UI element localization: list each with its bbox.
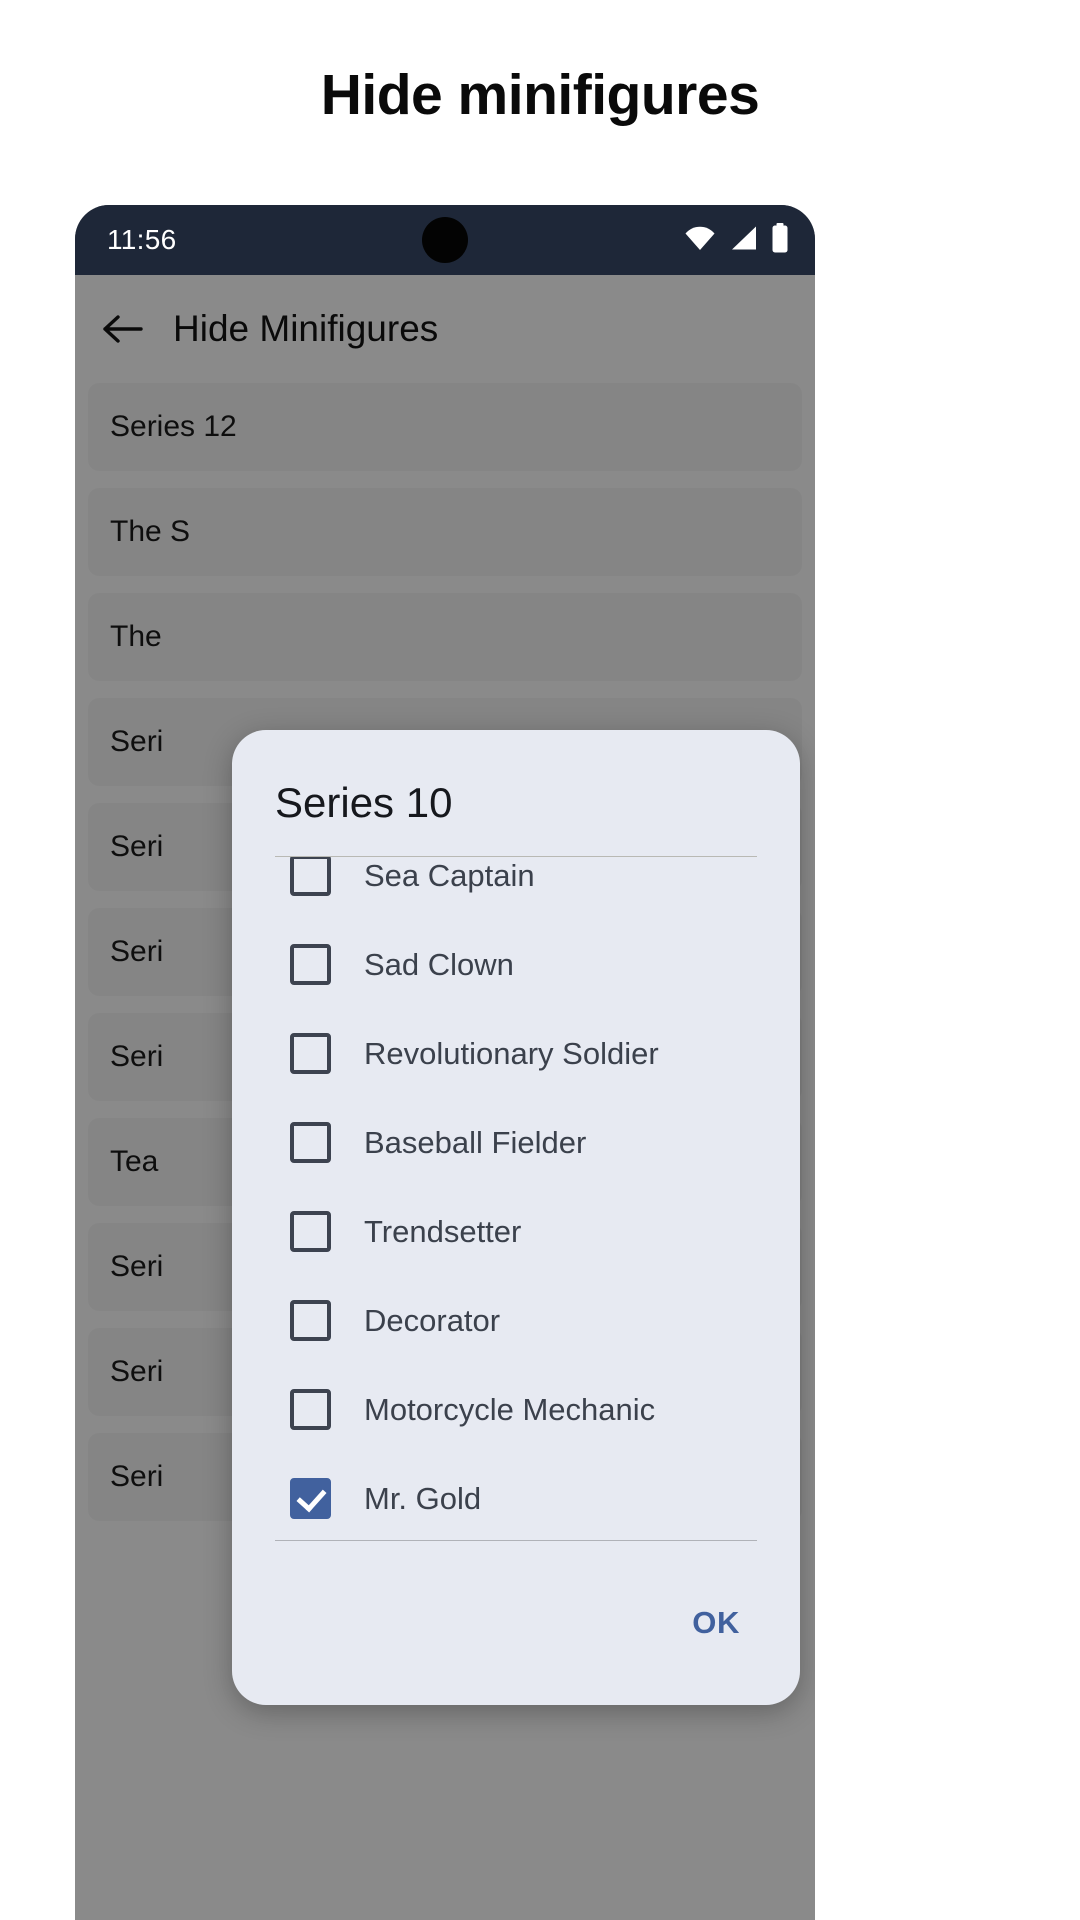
checkbox-unchecked-icon[interactable] — [290, 1211, 331, 1252]
phone-mockup: 11:56 Hide Minifigures Series 12 The S T… — [75, 205, 815, 1920]
checkbox-label: Motorcycle Mechanic — [364, 1391, 656, 1427]
checkbox-checked-icon[interactable] — [290, 1478, 331, 1519]
dialog-actions: OK — [232, 1540, 800, 1705]
checkbox-row[interactable]: Trendsetter — [232, 1187, 800, 1276]
scroll-divider-bottom — [275, 1540, 757, 1541]
checkbox-label: Revolutionary Soldier — [364, 1035, 659, 1071]
checkbox-unchecked-icon[interactable] — [290, 1122, 331, 1163]
checkbox-label: Baseball Fielder — [364, 1124, 587, 1160]
screenshot-root: Hide minifigures 11:56 Hide Minifigures … — [0, 0, 1080, 1920]
ok-button[interactable]: OK — [678, 1595, 754, 1651]
cellular-signal-icon — [729, 225, 758, 256]
status-bar-clock: 11:56 — [107, 224, 177, 255]
checkbox-label: Mr. Gold — [364, 1480, 482, 1516]
checkbox-row[interactable]: Sad Clown — [232, 920, 800, 1009]
status-bar-icons — [684, 222, 789, 258]
battery-full-icon — [771, 222, 789, 258]
scroll-divider-top — [275, 856, 757, 857]
checkbox-row[interactable]: Mr. Gold — [232, 1454, 800, 1536]
wifi-icon — [684, 225, 716, 256]
checkbox-list[interactable]: Sea Captain Sad Clown Revolutionary Sold… — [232, 856, 800, 1536]
checkbox-unchecked-icon[interactable] — [290, 856, 331, 896]
checkbox-label: Sea Captain — [364, 857, 535, 893]
checkbox-row[interactable]: Baseball Fielder — [232, 1098, 800, 1187]
checkbox-unchecked-icon[interactable] — [290, 1389, 331, 1430]
checkbox-label: Decorator — [364, 1302, 501, 1338]
checkbox-label: Trendsetter — [364, 1213, 522, 1249]
checkbox-unchecked-icon[interactable] — [290, 1033, 331, 1074]
camera-punch-hole — [422, 217, 468, 263]
checkbox-row[interactable]: Sea Captain — [232, 856, 800, 920]
dialog-title: Series 10 — [275, 779, 453, 826]
checkbox-row[interactable]: Decorator — [232, 1276, 800, 1365]
page-title: Hide minifigures — [320, 63, 760, 127]
series-dialog: Series 10 Sea Captain Sad Clown Revoluti… — [232, 730, 800, 1705]
checkbox-row[interactable]: Motorcycle Mechanic — [232, 1365, 800, 1454]
status-bar: 11:56 — [75, 205, 815, 275]
checkbox-row[interactable]: Revolutionary Soldier — [232, 1009, 800, 1098]
checkbox-unchecked-icon[interactable] — [290, 1300, 331, 1341]
checkbox-label: Sad Clown — [364, 946, 514, 982]
checkbox-unchecked-icon[interactable] — [290, 944, 331, 985]
